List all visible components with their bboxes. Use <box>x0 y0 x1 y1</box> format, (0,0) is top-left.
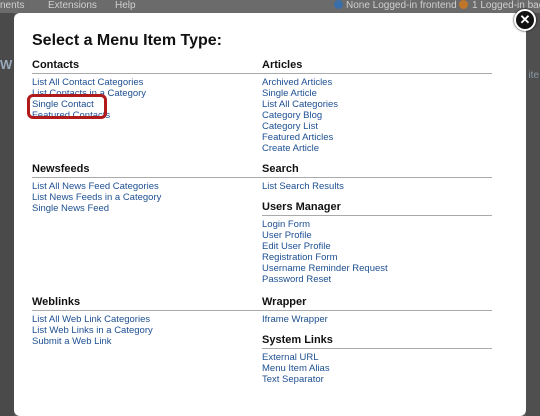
menu-type-link[interactable]: External URL <box>262 352 492 363</box>
background-left-panel: W <box>0 13 14 416</box>
menu-type-link[interactable]: List All Categories <box>262 99 492 110</box>
group-title-contacts: Contacts <box>32 59 262 74</box>
menu-type-link[interactable]: Login Form <box>262 219 492 230</box>
group-newsfeeds: Newsfeeds List All News Feed Categories … <box>32 163 262 214</box>
menu-type-link[interactable]: List All News Feed Categories <box>32 181 262 192</box>
nav-extensions[interactable]: Extensions <box>48 0 97 12</box>
background-text-fragment: ite <box>528 70 539 81</box>
menu-type-link[interactable]: User Profile <box>262 230 492 241</box>
menu-type-link[interactable]: Archived Articles <box>262 77 492 88</box>
frontend-users-icon <box>334 0 343 9</box>
menu-type-link[interactable]: Edit User Profile <box>262 241 492 252</box>
nav-help[interactable]: Help <box>115 0 136 12</box>
menu-type-link[interactable]: Featured Articles <box>262 132 492 143</box>
background-topbar: nents Extensions Help None Logged-in fro… <box>0 0 540 13</box>
group-title-search: Search <box>262 163 492 178</box>
menu-type-link[interactable]: Iframe Wrapper <box>262 314 492 325</box>
menu-type-link[interactable]: Username Reminder Request <box>262 263 492 274</box>
menu-type-link[interactable]: List News Feeds in a Category <box>32 192 262 203</box>
background-logo-fragment: W <box>0 57 13 72</box>
menu-item-type-modal: Select a Menu Item Type: Contacts List A… <box>14 13 526 416</box>
group-title-wrapper: Wrapper <box>262 296 492 311</box>
menu-type-link[interactable]: Create Article <box>262 143 492 154</box>
menu-type-link[interactable]: Category List <box>262 121 492 132</box>
group-title-articles: Articles <box>262 59 492 74</box>
nav-components-fragment[interactable]: nents <box>0 0 24 12</box>
group-title-system-links: System Links <box>262 334 492 349</box>
backend-users-icon <box>459 0 468 9</box>
menu-type-link[interactable]: Single Article <box>262 88 492 99</box>
close-icon: ✕ <box>519 12 531 27</box>
group-title-users-manager: Users Manager <box>262 201 492 216</box>
group-title-weblinks: Weblinks <box>32 296 262 311</box>
group-title-newsfeeds: Newsfeeds <box>32 163 262 178</box>
group-wrapper: Wrapper Iframe Wrapper <box>262 296 492 325</box>
single-contact-highlight <box>27 94 107 119</box>
group-articles: Articles Archived Articles Single Articl… <box>262 59 492 154</box>
group-weblinks: Weblinks List All Web Link Categories Li… <box>32 296 262 347</box>
menu-type-link[interactable]: Single News Feed <box>32 203 262 214</box>
menu-type-link[interactable]: List Search Results <box>262 181 492 192</box>
modal-title: Select a Menu Item Type: <box>32 32 222 49</box>
menu-type-link[interactable]: Menu Item Alias <box>262 363 492 374</box>
menu-type-link[interactable]: Category Blog <box>262 110 492 121</box>
menu-type-link[interactable]: List All Web Link Categories <box>32 314 262 325</box>
menu-type-link[interactable]: Password Reset <box>262 274 492 285</box>
close-button[interactable]: ✕ <box>514 9 536 31</box>
menu-type-link[interactable]: Registration Form <box>262 252 492 263</box>
group-system-links: System Links External URL Menu Item Alia… <box>262 334 492 385</box>
menu-type-link[interactable]: Text Separator <box>262 374 492 385</box>
group-search: Search List Search Results <box>262 163 492 192</box>
menu-type-link[interactable]: Submit a Web Link <box>32 336 262 347</box>
group-users-manager: Users Manager Login Form User Profile Ed… <box>262 201 492 285</box>
menu-type-link[interactable]: List Web Links in a Category <box>32 325 262 336</box>
menu-type-link[interactable]: List All Contact Categories <box>32 77 262 88</box>
background-right-panel: ite <box>526 13 540 416</box>
status-frontend: None Logged-in frontend <box>346 0 457 11</box>
